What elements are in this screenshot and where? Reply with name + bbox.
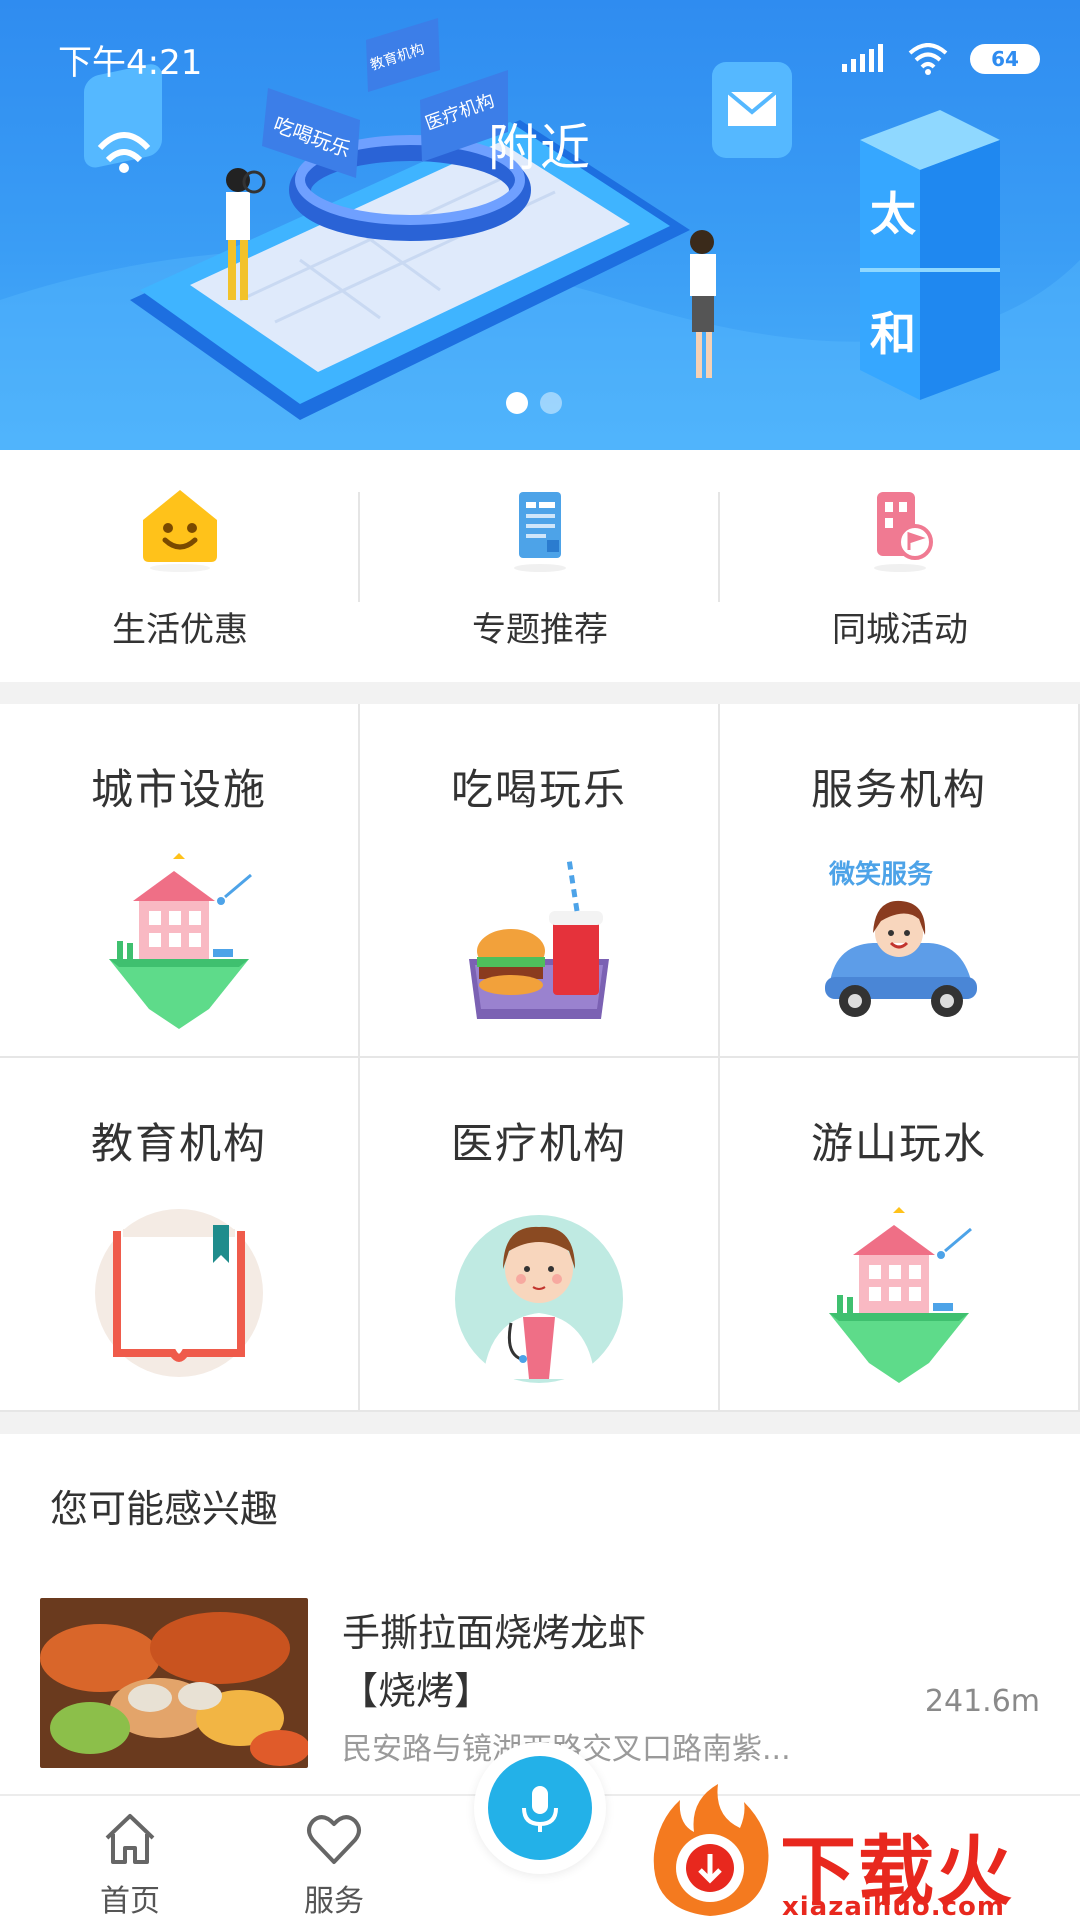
tab-services[interactable]: 服务 (274, 1808, 394, 1920)
burger-drink-tray-illustration (469, 858, 609, 1019)
home-icon (105, 1814, 155, 1864)
service-art-text: 微笑服务 (828, 859, 933, 890)
document-icon (514, 492, 566, 572)
section-title: 您可能感兴趣 (50, 1487, 279, 1531)
tab-home[interactable]: 首页 (70, 1808, 190, 1920)
poi-address: 民安路与镜湖西路交叉口路南紫... (342, 1724, 882, 1768)
floating-house-illustration (829, 1207, 972, 1383)
voice-search-button[interactable] (474, 1742, 606, 1874)
poi-category-tag: 【烧烤】 (340, 1669, 493, 1713)
category-city-facilities[interactable]: 城市设施 (0, 704, 358, 1056)
open-book-illustration (95, 1209, 263, 1377)
building-flag-icon (874, 492, 933, 572)
quick-nav-label: 同城活动 (832, 610, 968, 650)
tab-label: 首页 (100, 1884, 160, 1919)
carousel-dots[interactable] (506, 392, 562, 414)
banner-side-text-1: 太 (870, 187, 916, 241)
quick-nav-item-local-events[interactable]: 同城活动 (720, 450, 1080, 682)
quick-nav-label: 生活优惠 (112, 610, 248, 650)
quick-nav-item-topics[interactable]: 专题推荐 (360, 450, 720, 682)
category-title: 游山玩水 (810, 1119, 987, 1168)
poi-distance: 241.6m (924, 1684, 1040, 1719)
category-medical[interactable]: 医疗机构 (360, 1058, 718, 1410)
carousel-dot-2[interactable] (540, 392, 562, 414)
quick-nav-item-life-deals[interactable]: 生活优惠 (0, 450, 360, 682)
smiley-house-icon (143, 490, 217, 572)
wifi-icon (908, 43, 948, 75)
watermark: 下载火 xiazaihuo.com (640, 1780, 1080, 1920)
poi-name: 手撕拉面烧烤龙虾 (342, 1611, 647, 1655)
carousel-dot-1[interactable] (506, 392, 528, 414)
microphone-icon (522, 1786, 558, 1832)
category-grid: 城市设施 吃喝玩乐 服务机构 微笑服务 教育机构 医疗机构 游山玩水 (0, 704, 1080, 1412)
tab-label: 服务 (304, 1884, 364, 1919)
quick-nav-label: 专题推荐 (472, 610, 608, 650)
category-title: 医疗机构 (450, 1119, 627, 1168)
poi-thumbnail (40, 1598, 308, 1768)
signal-icon (842, 44, 883, 72)
status-time: 下午4:21 (58, 42, 203, 83)
smile-service-car-illustration: 微笑服务 (825, 859, 977, 1017)
status-bar: 下午4:21 64 (58, 34, 1040, 84)
banner-carousel[interactable]: 吃喝玩乐 教育机构 医疗机构 太 和 下午4:21 64 附近 (0, 0, 1080, 450)
doctor-illustration (455, 1215, 623, 1383)
category-service-agencies[interactable]: 服务机构 微笑服务 (720, 704, 1078, 1056)
quick-nav: 生活优惠 专题推荐 同城活动 (0, 450, 1080, 682)
heart-icon (307, 1815, 361, 1864)
battery-indicator: 64 (970, 44, 1040, 74)
category-food-fun[interactable]: 吃喝玩乐 (360, 704, 718, 1056)
banner-side-text-2: 和 (870, 307, 916, 361)
category-title: 吃喝玩乐 (450, 765, 627, 814)
fire-logo-icon (653, 1784, 769, 1916)
status-icons: 64 (842, 43, 1040, 75)
category-sightseeing[interactable]: 游山玩水 (720, 1058, 1078, 1410)
interest-section: 您可能感兴趣 手撕拉面烧烤龙虾 【烧烤】 民安路与镜湖西路交叉口路南紫... 2 (0, 1434, 1080, 1794)
banner-title: 附近 (488, 119, 592, 177)
app-root: 吃喝玩乐 教育机构 医疗机构 太 和 下午4:21 64 附近 生活优惠 专题推… (0, 0, 1080, 1920)
watermark-subtext: xiazaihuo.com (782, 1892, 1005, 1920)
category-title: 服务机构 (810, 765, 987, 814)
category-education[interactable]: 教育机构 (0, 1058, 358, 1410)
category-title: 教育机构 (90, 1119, 267, 1168)
category-title: 城市设施 (90, 765, 267, 814)
floating-house-illustration (109, 853, 252, 1029)
voice-search-button-inner (488, 1756, 592, 1860)
